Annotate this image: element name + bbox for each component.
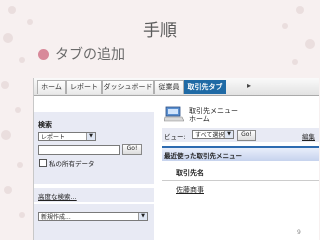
- my-data-label: 私の所有データ: [49, 160, 95, 168]
- tab-dashboard[interactable]: ダッシュボード: [102, 80, 154, 94]
- advanced-search-link[interactable]: 高度な検索...: [38, 191, 77, 201]
- search-panel: 検索 レポート ▼ Go! 私の所有データ: [34, 112, 154, 184]
- recent-items-title: 最近使った取引先メニュー: [164, 152, 242, 160]
- sidebar: 検索 レポート ▼ Go! 私の所有データ 高度な検索... 新規作成... ▼: [34, 96, 154, 240]
- edit-view-link[interactable]: 編集: [302, 131, 315, 141]
- column-header-account-name[interactable]: 取引先名: [176, 168, 204, 178]
- page-title-line2: ホーム: [189, 115, 210, 123]
- bullet-item: タブの追加: [38, 44, 125, 64]
- slide-title: 手順: [143, 21, 177, 41]
- tab-bar: ホーム レポート ダッシュボード 従業員 取引先タブ ▸: [34, 78, 319, 96]
- bullet-text: タブの追加: [55, 47, 125, 63]
- bullet-dot-icon: [38, 48, 49, 60]
- tab-accounts[interactable]: 取引先タブ: [184, 80, 226, 94]
- view-select-value: すべて選択: [195, 132, 225, 139]
- chevron-down-icon: ▼: [86, 133, 95, 140]
- computer-icon: [164, 106, 184, 122]
- triangle-right-icon[interactable]: ▸: [247, 81, 251, 90]
- tab-home[interactable]: ホーム: [37, 80, 66, 94]
- tab-reports[interactable]: レポート: [66, 80, 102, 94]
- page-title: 取引先メニュー ホーム: [189, 107, 238, 123]
- column-gap: [154, 96, 162, 240]
- main-content: 取引先メニュー ホーム ビュー: すべて選択 ▼ Go! 編集 最近使った取引先…: [162, 96, 319, 240]
- recent-items-header: 最近使った取引先メニュー: [162, 146, 319, 161]
- view-go-button[interactable]: Go!: [237, 130, 256, 141]
- search-label: 検索: [38, 121, 52, 129]
- divider: [162, 180, 319, 181]
- chevron-down-icon: ▼: [224, 131, 233, 138]
- view-row: ビュー: すべて選択 ▼ Go! 編集: [162, 128, 319, 142]
- search-input[interactable]: [38, 145, 120, 155]
- view-select[interactable]: すべて選択 ▼: [192, 130, 234, 139]
- view-label: ビュー:: [164, 133, 186, 141]
- search-go-button[interactable]: Go!: [122, 144, 142, 155]
- create-new-panel: 新規作成... ▼: [34, 204, 154, 240]
- tab-employees[interactable]: 従業員: [154, 80, 184, 94]
- chevron-down-icon: ▼: [138, 213, 147, 220]
- create-new-select[interactable]: 新規作成... ▼: [38, 212, 148, 221]
- search-scope-select[interactable]: レポート ▼: [38, 132, 96, 141]
- table-row[interactable]: 佐藤商事: [176, 185, 204, 195]
- advanced-search-panel: 高度な検索...: [34, 188, 154, 202]
- create-new-value: 新規作成...: [41, 214, 71, 221]
- page-number: 9: [297, 229, 301, 236]
- page-title-line1: 取引先メニュー: [189, 107, 238, 115]
- app-screenshot: ホーム レポート ダッシュボード 従業員 取引先タブ ▸ 検索 レポート ▼ G…: [33, 78, 319, 240]
- my-data-checkbox[interactable]: [39, 159, 47, 167]
- search-scope-value: レポート: [41, 134, 66, 141]
